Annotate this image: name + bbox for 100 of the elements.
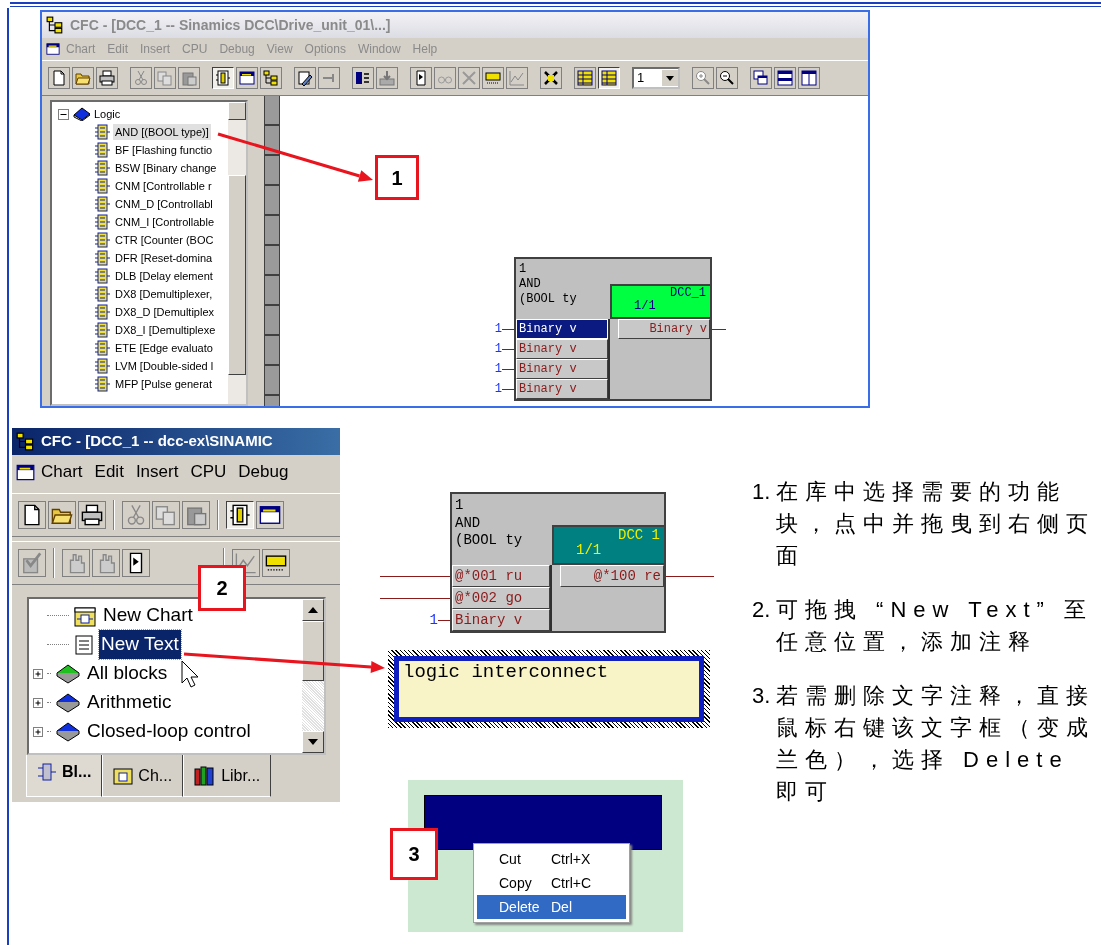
wire <box>502 368 514 370</box>
tree-item[interactable]: MFP [Pulse generat <box>113 375 214 393</box>
input-value: 1 <box>494 361 502 378</box>
wire <box>380 597 450 599</box>
zoom-in-icon[interactable] <box>695 70 711 86</box>
tree-item[interactable]: BF [Flashing functio <box>113 141 215 159</box>
output-pin[interactable]: @*100 re <box>560 565 664 587</box>
input-pin[interactable]: Binary v <box>516 339 608 359</box>
tree-item[interactable]: CNM_I [Controllable <box>113 213 217 231</box>
window-icon[interactable] <box>46 42 60 56</box>
pen-icon[interactable] <box>297 70 313 86</box>
input-pin[interactable]: @*002 go <box>452 587 550 609</box>
tree-item[interactable]: DX8_D [Demultiplex <box>113 303 217 321</box>
copy-icon[interactable] <box>155 504 177 526</box>
input-pin[interactable]: Binary v <box>516 319 608 339</box>
cascade-icon[interactable] <box>753 70 769 86</box>
block-icon <box>94 340 110 356</box>
arrows-icon[interactable] <box>543 70 559 86</box>
tab[interactable]: Ch... <box>102 755 184 797</box>
block-comment: (BOOL ty <box>519 292 578 307</box>
tree-item[interactable]: CTR [Counter (BOC <box>113 231 216 249</box>
printer-icon[interactable] <box>81 504 103 526</box>
task-name: DCC 1 <box>618 528 660 544</box>
wire <box>712 328 726 330</box>
tree-item[interactable]: New Text <box>99 630 181 659</box>
tab[interactable]: Libr... <box>183 755 272 797</box>
check-icon[interactable] <box>21 552 43 574</box>
tree-item[interactable]: AND [(BOOL type)] <box>113 123 211 141</box>
block-icon <box>37 762 57 782</box>
menu-item[interactable]: Delete Del <box>477 895 626 919</box>
window-icon[interactable] <box>259 504 281 526</box>
step-number: 1 <box>375 155 419 200</box>
tree-item[interactable]: Arithmetic <box>85 688 174 717</box>
tree-item[interactable]: DLB [Delay element <box>113 267 215 285</box>
clipboard-icon[interactable] <box>181 70 197 86</box>
tree-item[interactable]: CNM_D [Controllabl <box>113 195 215 213</box>
printer-icon[interactable] <box>99 70 115 86</box>
menu-item[interactable]: Copy Ctrl+C <box>477 871 626 895</box>
text-icon <box>73 633 95 656</box>
tree-item[interactable]: LVM [Double-sided l <box>113 357 216 375</box>
block-icon <box>94 286 110 302</box>
table-icon[interactable] <box>577 70 593 86</box>
input-pin[interactable]: @*001 ru <box>452 565 550 587</box>
document-icon[interactable] <box>21 504 43 526</box>
tree-item[interactable]: All blocks <box>85 659 170 688</box>
list-number: 2. <box>752 596 770 624</box>
tree-item[interactable]: DFR [Reset-domina <box>113 249 215 267</box>
instruction-text: 可拖拽 “New Text” 至任意位置，添加注释 <box>776 596 1094 656</box>
tree-item[interactable]: CNM [Controllable r <box>113 177 214 195</box>
text-box[interactable]: logic interconnect <box>394 656 704 722</box>
tree-item[interactable]: Logic <box>94 105 121 123</box>
tree-item[interactable]: DX8 [Demultiplexer, <box>113 285 215 303</box>
tree-item[interactable]: New Chart <box>101 601 195 630</box>
run-sequence: 1/1 <box>633 300 657 314</box>
sheet-dropdown[interactable]: 1 <box>632 67 680 89</box>
wire <box>666 575 714 577</box>
tab[interactable]: Bl... <box>26 755 103 797</box>
download-icon[interactable] <box>379 70 395 86</box>
scrollbar[interactable] <box>302 599 324 753</box>
output-pin[interactable]: Binary v <box>618 319 710 339</box>
folder-icon[interactable] <box>75 70 91 86</box>
block-icon[interactable] <box>215 70 231 86</box>
tile-horizontal-icon[interactable] <box>777 70 793 86</box>
step-number: 2 <box>198 565 246 611</box>
table-icon[interactable] <box>601 70 617 86</box>
scrollbar[interactable] <box>228 102 246 404</box>
document-icon[interactable] <box>51 70 67 86</box>
zoom-out-icon[interactable] <box>719 70 735 86</box>
books-icon <box>194 765 217 786</box>
window-icon[interactable] <box>239 70 255 86</box>
task-name: DCC_1 <box>670 287 706 301</box>
menu-item[interactable]: Chart <box>35 459 89 485</box>
menu-item[interactable]: Debug <box>232 459 295 485</box>
menu-item[interactable]: Cut Ctrl+X <box>477 847 626 871</box>
clipboard-icon[interactable] <box>185 504 207 526</box>
menu-item[interactable]: CPU <box>184 459 233 485</box>
block-number: 1 <box>455 497 465 515</box>
window-icon[interactable] <box>16 462 35 482</box>
function-block[interactable]: 1 AND (BOOL ty DCC_1 1/1 Binary v Binary v Binary v Binary v Binary v <box>514 257 712 401</box>
menu-item[interactable]: Edit <box>88 459 130 485</box>
page-icon[interactable] <box>413 70 429 86</box>
block-number: 1 <box>519 262 528 277</box>
scroll-up-icon <box>308 607 318 613</box>
input-pin[interactable]: Binary v <box>516 359 608 379</box>
tree-icon[interactable] <box>263 70 279 86</box>
tile-vertical-icon[interactable] <box>801 70 817 86</box>
input-pin[interactable]: Binary v <box>452 609 550 631</box>
instruction-text: 若需删除文字注释，直接鼠标右键该文字框（变成兰色），选择 Delete 即可 <box>776 682 1096 806</box>
tree-item[interactable]: DX8_I [Demultiplexe <box>113 321 218 339</box>
input-pin[interactable]: Binary v <box>516 379 608 399</box>
tree-item[interactable]: ETE [Edge evaluato <box>113 339 215 357</box>
chart-icon <box>113 766 134 785</box>
tree-item[interactable]: Closed-loop control <box>85 717 253 746</box>
wire <box>380 575 450 577</box>
compile-icon[interactable] <box>355 70 371 86</box>
menu-item[interactable]: Insert <box>129 459 185 485</box>
tree-item[interactable]: BSW [Binary change <box>113 159 219 177</box>
function-block[interactable]: 1 AND (BOOL ty DCC 1 1/1 @*001 ru @*002 go Binary v @*100 re <box>450 492 666 633</box>
block-icon <box>94 358 110 374</box>
block-icon[interactable] <box>229 504 251 526</box>
